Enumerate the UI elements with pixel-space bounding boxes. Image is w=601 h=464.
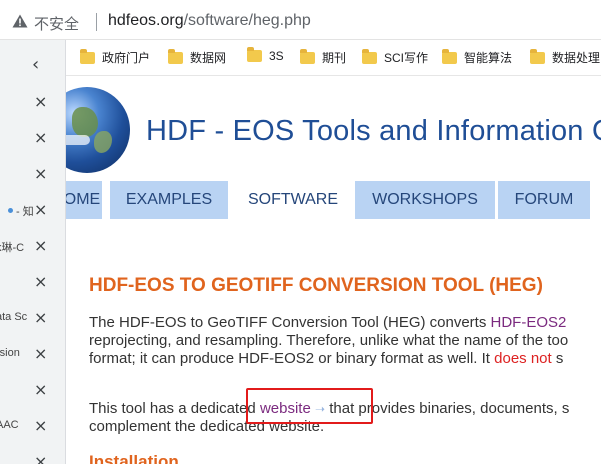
tab-item[interactable]: × <box>0 120 65 156</box>
tab-item[interactable]: ata Sc × <box>0 300 65 336</box>
close-icon[interactable]: × <box>34 308 47 327</box>
folder-icon <box>168 49 183 64</box>
close-icon[interactable]: × <box>34 344 47 363</box>
close-icon[interactable]: × <box>34 200 47 219</box>
close-icon[interactable]: × <box>34 128 47 147</box>
hdf-eos2-link[interactable]: HDF-EOS2 <box>491 314 567 331</box>
folder-icon <box>80 49 95 64</box>
favicon-dot-icon <box>8 208 13 213</box>
bookmark-label: SCI写作 <box>384 51 429 65</box>
text: This tool has a dedicated <box>89 400 260 417</box>
tab-item[interactable]: × <box>0 372 65 408</box>
bookmark-label: 期刊 <box>322 51 347 65</box>
close-icon[interactable]: × <box>34 380 47 399</box>
bookmark-folder[interactable]: 数据处理 <box>530 49 600 67</box>
tab-label: k琳-C <box>0 242 25 254</box>
chevron-left-icon[interactable]: ‹ <box>32 54 39 75</box>
globe-logo-icon <box>66 87 130 173</box>
tab-item[interactable]: rsion × <box>0 336 65 372</box>
nav-forum[interactable]: FORUM <box>498 181 590 219</box>
nav-examples[interactable]: EXAMPLES <box>110 181 228 219</box>
folder-icon <box>442 49 457 64</box>
close-icon[interactable]: × <box>34 164 47 183</box>
site-nav: OME EXAMPLES SOFTWARE WORKSHOPS FORUM <box>66 181 601 219</box>
tab-label: AAC <box>0 419 19 431</box>
emphasis-text: does not <box>494 350 552 367</box>
close-icon[interactable]: × <box>34 92 47 111</box>
address-divider <box>96 13 97 31</box>
bookmark-folder[interactable]: 3S <box>247 47 284 67</box>
warning-icon[interactable] <box>12 14 28 28</box>
bookmark-folder[interactable]: SCI写作 <box>362 49 428 67</box>
tab-item[interactable]: - 知 × <box>0 192 65 228</box>
browser-window: 不安全 hdfeos.org/software/heg.php ‹ × × × … <box>0 0 601 464</box>
paragraph-line: reprojecting, and resampling. Therefore,… <box>89 332 569 349</box>
nav-software[interactable]: SOFTWARE <box>230 181 356 219</box>
vertical-tab-strip: ‹ × × × - 知 × k琳-C × × ata Sc × <box>0 40 66 464</box>
close-icon[interactable]: × <box>34 452 47 464</box>
text: s <box>551 350 564 367</box>
folder-icon <box>300 49 315 64</box>
bookmark-label: 数据处理 <box>552 51 601 65</box>
page-content: HDF - EOS Tools and Information Cen OME … <box>66 77 601 464</box>
bookmark-label: 智能算法 <box>464 51 513 65</box>
close-icon[interactable]: × <box>34 236 47 255</box>
tab-item[interactable]: × <box>0 444 65 464</box>
bookmark-label: 数据网 <box>190 51 227 65</box>
paragraph-line: The HDF-EOS to GeoTIFF Conversion Tool (… <box>89 314 566 332</box>
bookmarks-bar: 政府门户 数据网 3S 期刊 SCI写作 智能算法 数据处理 <box>66 40 601 76</box>
nav-workshops[interactable]: WORKSHOPS <box>355 181 495 219</box>
bookmark-folder[interactable]: 期刊 <box>300 49 346 67</box>
security-label[interactable]: 不安全 <box>34 13 79 34</box>
tab-item[interactable]: × <box>0 264 65 300</box>
url-text[interactable]: hdfeos.org/software/heg.php <box>108 12 311 30</box>
folder-icon <box>247 47 262 62</box>
tab-item[interactable]: k琳-C × <box>0 228 65 264</box>
close-icon[interactable]: × <box>34 272 47 291</box>
nav-home[interactable]: OME <box>66 181 102 219</box>
section-heading: Installation <box>89 452 179 464</box>
close-icon[interactable]: × <box>34 416 47 435</box>
tab-item[interactable]: × <box>0 84 65 120</box>
annotation-highlight-box <box>246 388 373 424</box>
tab-label: - 知 <box>16 206 34 218</box>
folder-icon <box>362 49 377 64</box>
globe-land <box>94 131 112 153</box>
text: The HDF-EOS to GeoTIFF Conversion Tool (… <box>89 314 491 331</box>
url-path: /software/heg.php <box>183 12 311 29</box>
url-host: hdfeos.org <box>108 12 184 29</box>
globe-land <box>72 107 98 137</box>
address-bar[interactable]: 不安全 hdfeos.org/software/heg.php <box>0 0 601 40</box>
tab-item[interactable]: × <box>0 156 65 192</box>
bookmark-label: 3S <box>269 49 284 63</box>
tab-label: ata Sc <box>0 311 28 323</box>
text: format; it can produce HDF-EOS2 or binar… <box>89 350 495 367</box>
tab-item[interactable]: AAC × <box>0 408 65 444</box>
paragraph-line: format; it can produce HDF-EOS2 or binar… <box>89 350 563 368</box>
folder-icon <box>530 49 545 64</box>
site-title: HDF - EOS Tools and Information Cen <box>146 115 601 147</box>
tab-label: rsion <box>0 347 20 359</box>
page-heading: HDF-EOS TO GEOTIFF CONVERSION TOOL (HEG) <box>89 275 543 296</box>
bookmark-folder[interactable]: 数据网 <box>168 49 226 67</box>
bookmark-folder[interactable]: 政府门户 <box>80 49 150 67</box>
bookmark-label: 政府门户 <box>102 51 151 65</box>
globe-cloud <box>66 135 90 145</box>
bookmark-folder[interactable]: 智能算法 <box>442 49 512 67</box>
